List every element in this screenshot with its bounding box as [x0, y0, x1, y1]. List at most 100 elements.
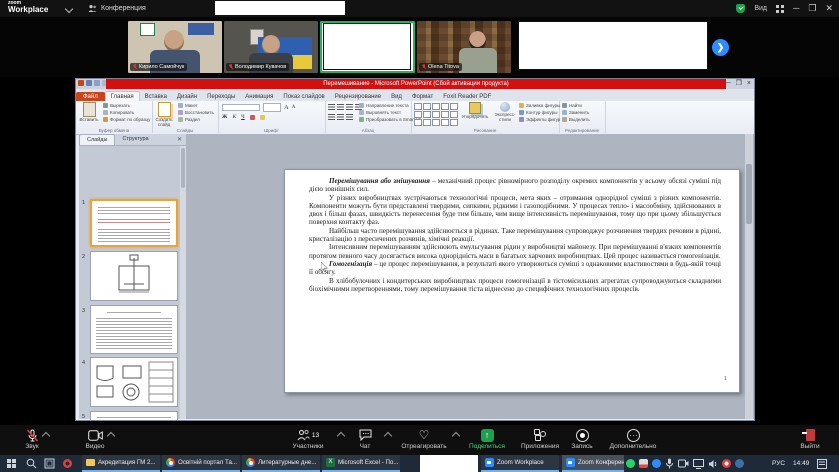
slide-thumbnail-4[interactable] [90, 357, 178, 407]
tab-insert[interactable]: Вставка [140, 92, 172, 101]
shape-effects-button[interactable]: Эффекты фигур [519, 117, 560, 122]
tab-file[interactable]: Файл [76, 92, 105, 101]
language-indicator[interactable]: РУС [772, 460, 785, 467]
cut-button[interactable]: Вырезать [103, 103, 130, 108]
participants-chevron[interactable] [337, 432, 345, 440]
record-button[interactable]: Запись [560, 428, 604, 450]
tray-mic-icon[interactable] [665, 458, 674, 469]
indent-icon[interactable] [346, 114, 353, 120]
participants-button[interactable]: 13 Участники [278, 428, 338, 450]
replace-button[interactable]: Заменить [562, 110, 589, 115]
chat-chevron[interactable] [384, 432, 392, 440]
whatsapp-icon[interactable] [626, 459, 635, 468]
shapes-gallery[interactable] [414, 103, 458, 126]
taskbar-app-folder[interactable]: Акредитация ГМ 2... [82, 455, 160, 472]
video-participant-3-active[interactable] [320, 21, 415, 73]
underline-button[interactable]: Ч [241, 114, 245, 120]
network-tray-icon[interactable] [735, 459, 744, 468]
leave-button[interactable]: Выйти [790, 428, 830, 450]
ppt-minimize-button[interactable]: ─ [726, 79, 731, 89]
react-button[interactable]: ♡ Отреагировать [393, 428, 455, 450]
search-icon[interactable] [26, 458, 37, 469]
anydesk-icon[interactable] [639, 459, 648, 468]
undo-icon[interactable] [94, 80, 100, 86]
view-label[interactable]: Вид [754, 5, 767, 12]
tab-design[interactable]: Дизайн [172, 92, 202, 101]
shrink-font-icon[interactable]: А [292, 105, 296, 110]
taskbar-app-zoom-meeting[interactable]: Zoom Конференц... [562, 455, 624, 472]
clock[interactable]: 14:49 [793, 460, 809, 467]
tab-review[interactable]: Рецензирование [330, 92, 386, 101]
next-participants-button[interactable]: ❯ [712, 39, 729, 56]
pane-tab-outline[interactable]: Структура [115, 134, 155, 145]
slide-thumbnail-3[interactable] [90, 305, 178, 354]
font-size-dropdown[interactable] [263, 103, 281, 112]
maximize-button[interactable]: ❐ [808, 0, 816, 17]
tab-foxit[interactable]: Foxit Reader PDF [438, 92, 496, 101]
reset-button[interactable]: Восстановить [178, 110, 214, 115]
find-button[interactable]: Найти [562, 103, 582, 108]
opera-icon[interactable] [63, 459, 72, 468]
format-painter-button[interactable]: Формат по образцу [103, 117, 150, 122]
bold-button[interactable]: Ж [222, 114, 227, 120]
section-button[interactable]: Раздел [178, 117, 200, 122]
share-button[interactable]: ↑ Поделиться [460, 428, 514, 450]
copy-button[interactable]: Копировать [103, 110, 134, 115]
workspace-chevron-icon[interactable] [65, 5, 73, 13]
apps-button[interactable]: Приложения [513, 428, 567, 450]
slide-thumbnail-2[interactable] [90, 251, 178, 301]
taskbar-app-chrome-2[interactable]: Литературные дне... [242, 455, 320, 472]
numbering-icon[interactable] [337, 114, 344, 120]
pane-close-icon[interactable]: ✕ [173, 134, 186, 145]
minimize-button[interactable]: ─ [793, 0, 799, 17]
chat-button[interactable]: Чат [345, 428, 385, 450]
font-color-icon[interactable] [250, 115, 255, 120]
align-left-icon[interactable] [328, 104, 335, 110]
opera-tray-icon[interactable] [722, 459, 731, 468]
video-participant-2[interactable]: Володимир Кувачов [224, 21, 318, 73]
slide-thumbnail-5[interactable] [90, 411, 178, 421]
meeting-tab[interactable]: Конференция [88, 2, 146, 15]
save-icon[interactable] [86, 80, 92, 86]
taskbar-app-excel[interactable]: X Microsoft Excel - По... [322, 455, 400, 472]
text-direction-button[interactable]: Направление текста [359, 103, 409, 108]
taskbar-app-zoom-workplace[interactable]: Zoom Workplace [481, 455, 559, 472]
new-slide-button[interactable]: Создать слайд [153, 102, 175, 127]
video-participant-1[interactable]: Кирило Самойчук [128, 21, 222, 73]
font-name-dropdown[interactable] [222, 104, 260, 111]
italic-button[interactable]: К [232, 114, 236, 120]
slide-canvas[interactable]: Перемішування або змішування – механічни… [284, 169, 740, 393]
tab-slideshow[interactable]: Показ слайдов [278, 92, 329, 101]
tab-home[interactable]: Главная [105, 91, 140, 101]
tab-animations[interactable]: Анимация [240, 92, 278, 101]
select-button[interactable]: Выделить [562, 117, 590, 122]
shape-outline-button[interactable]: Контур фигуры [519, 110, 557, 115]
view-grid-icon[interactable] [776, 5, 784, 13]
arrange-button[interactable]: Упорядочить [461, 102, 489, 120]
bullets-icon[interactable] [328, 114, 335, 120]
zoom-tray-icon[interactable] [652, 459, 661, 468]
tab-transitions[interactable]: Переходы [202, 92, 240, 101]
tray-speaker-icon[interactable] [708, 459, 718, 469]
quick-styles-button[interactable]: Экспресс-стили [491, 102, 519, 122]
tray-camera-icon[interactable] [678, 459, 689, 468]
align-right-icon[interactable] [346, 104, 353, 110]
align-center-icon[interactable] [337, 104, 344, 110]
layout-button[interactable]: Макет [178, 103, 198, 108]
main-scrollbar[interactable] [745, 134, 753, 419]
slide-thumbnail-1[interactable] [90, 199, 178, 247]
more-button[interactable]: Дополнительно [600, 428, 666, 450]
task-view-icon[interactable] [44, 458, 55, 469]
start-button-icon[interactable] [7, 459, 16, 468]
security-shield-icon[interactable] [736, 4, 745, 13]
ppt-maximize-button[interactable]: ❐ [736, 79, 742, 89]
highlight-icon[interactable] [260, 115, 265, 120]
taskbar-app-chrome-1[interactable]: Освітній портал Та... [162, 455, 240, 472]
paste-button[interactable]: Вставить [78, 102, 100, 123]
tray-monitor-icon[interactable] [693, 459, 704, 469]
video-participant-4[interactable]: Olena Titova [417, 21, 511, 73]
notification-center-icon[interactable] [817, 459, 827, 469]
video-button[interactable]: Видео [68, 428, 122, 450]
grow-font-icon[interactable]: А [284, 104, 289, 111]
tab-view[interactable]: Вид [386, 92, 407, 101]
